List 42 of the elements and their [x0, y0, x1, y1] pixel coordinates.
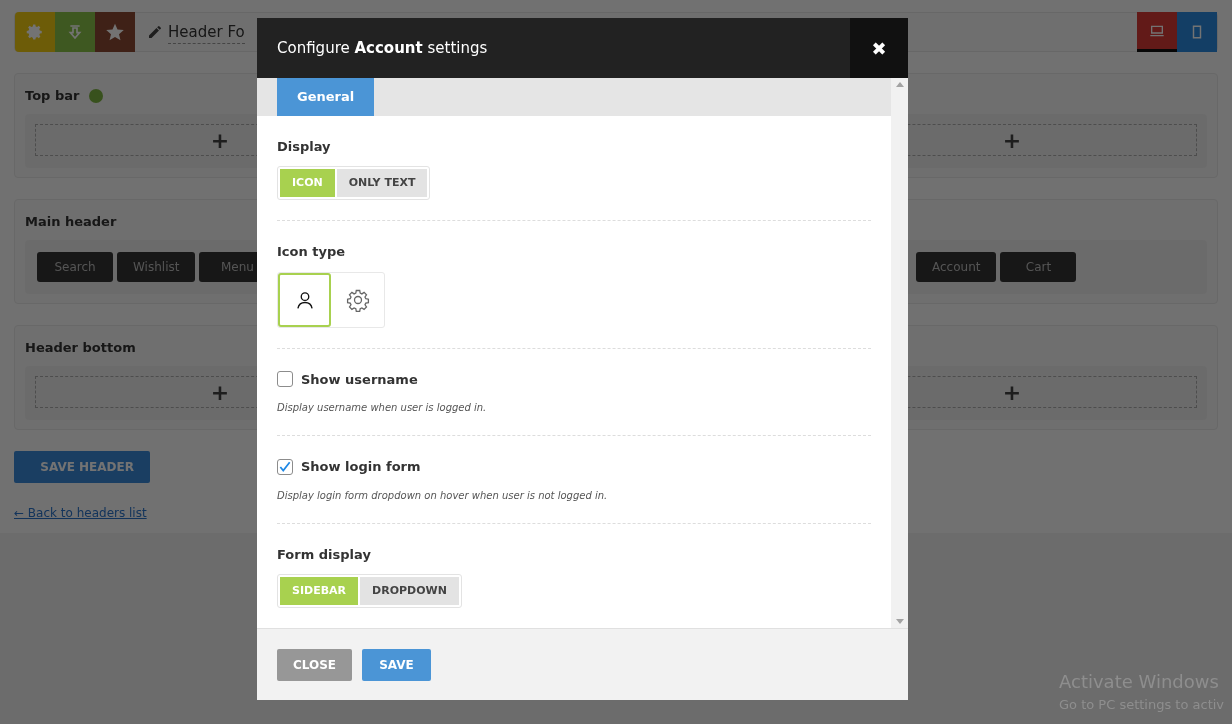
field-label: Icon type: [277, 243, 347, 261]
back-link[interactable]: ← Back to headers list: [14, 504, 147, 522]
field-label: Display: [277, 137, 332, 156]
settings-icon: [345, 287, 370, 312]
close-button[interactable]: CLOSE: [277, 648, 352, 681]
header-title[interactable]: Header Fo: [168, 20, 245, 44]
save-button[interactable]: SAVE: [362, 648, 431, 681]
import-button[interactable]: [55, 12, 95, 52]
header-element[interactable]: Account: [916, 252, 997, 282]
modal-title: Configure Account settings: [277, 37, 488, 59]
field-description: Display login form dropdown on hover when user is not logged in.: [277, 488, 609, 503]
tab[interactable]: General: [277, 78, 375, 116]
icon-option[interactable]: [278, 272, 331, 327]
row-title: Header bottom: [25, 339, 136, 358]
settings-icon: [26, 23, 44, 41]
download-icon: [67, 23, 83, 41]
desktop-view-button[interactable]: [1137, 12, 1177, 52]
checkbox-label: Show login form: [301, 458, 421, 476]
header-element[interactable]: Wishlist: [117, 252, 196, 282]
favorite-button[interactable]: [95, 12, 135, 52]
person-icon: [294, 289, 315, 310]
phone-icon: [1190, 23, 1204, 41]
pencil-icon: [147, 24, 163, 40]
option-button[interactable]: ONLY TEXT: [336, 169, 428, 197]
checkbox[interactable]: [277, 458, 293, 475]
save-header-button[interactable]: SAVE HEADER: [14, 451, 150, 483]
option-button[interactable]: ICON: [280, 169, 335, 197]
field-label: Form display: [277, 545, 372, 564]
close-button[interactable]: ✖: [850, 18, 908, 78]
header-element[interactable]: Cart: [1000, 252, 1077, 282]
scrollbar[interactable]: [891, 78, 908, 628]
option-button[interactable]: DROPDOWN: [360, 577, 459, 605]
option-button[interactable]: SIDEBAR: [280, 577, 359, 605]
scroll-down-icon[interactable]: [895, 619, 904, 624]
row-title: Main header: [25, 213, 117, 232]
checkbox[interactable]: [277, 371, 293, 388]
settings-button[interactable]: [15, 12, 55, 52]
mobile-view-button[interactable]: [1177, 12, 1217, 52]
header-element[interactable]: Search: [37, 252, 113, 282]
star-icon: [105, 22, 125, 42]
row-title: Top bar: [25, 87, 80, 106]
scroll-up-icon[interactable]: [895, 82, 904, 87]
